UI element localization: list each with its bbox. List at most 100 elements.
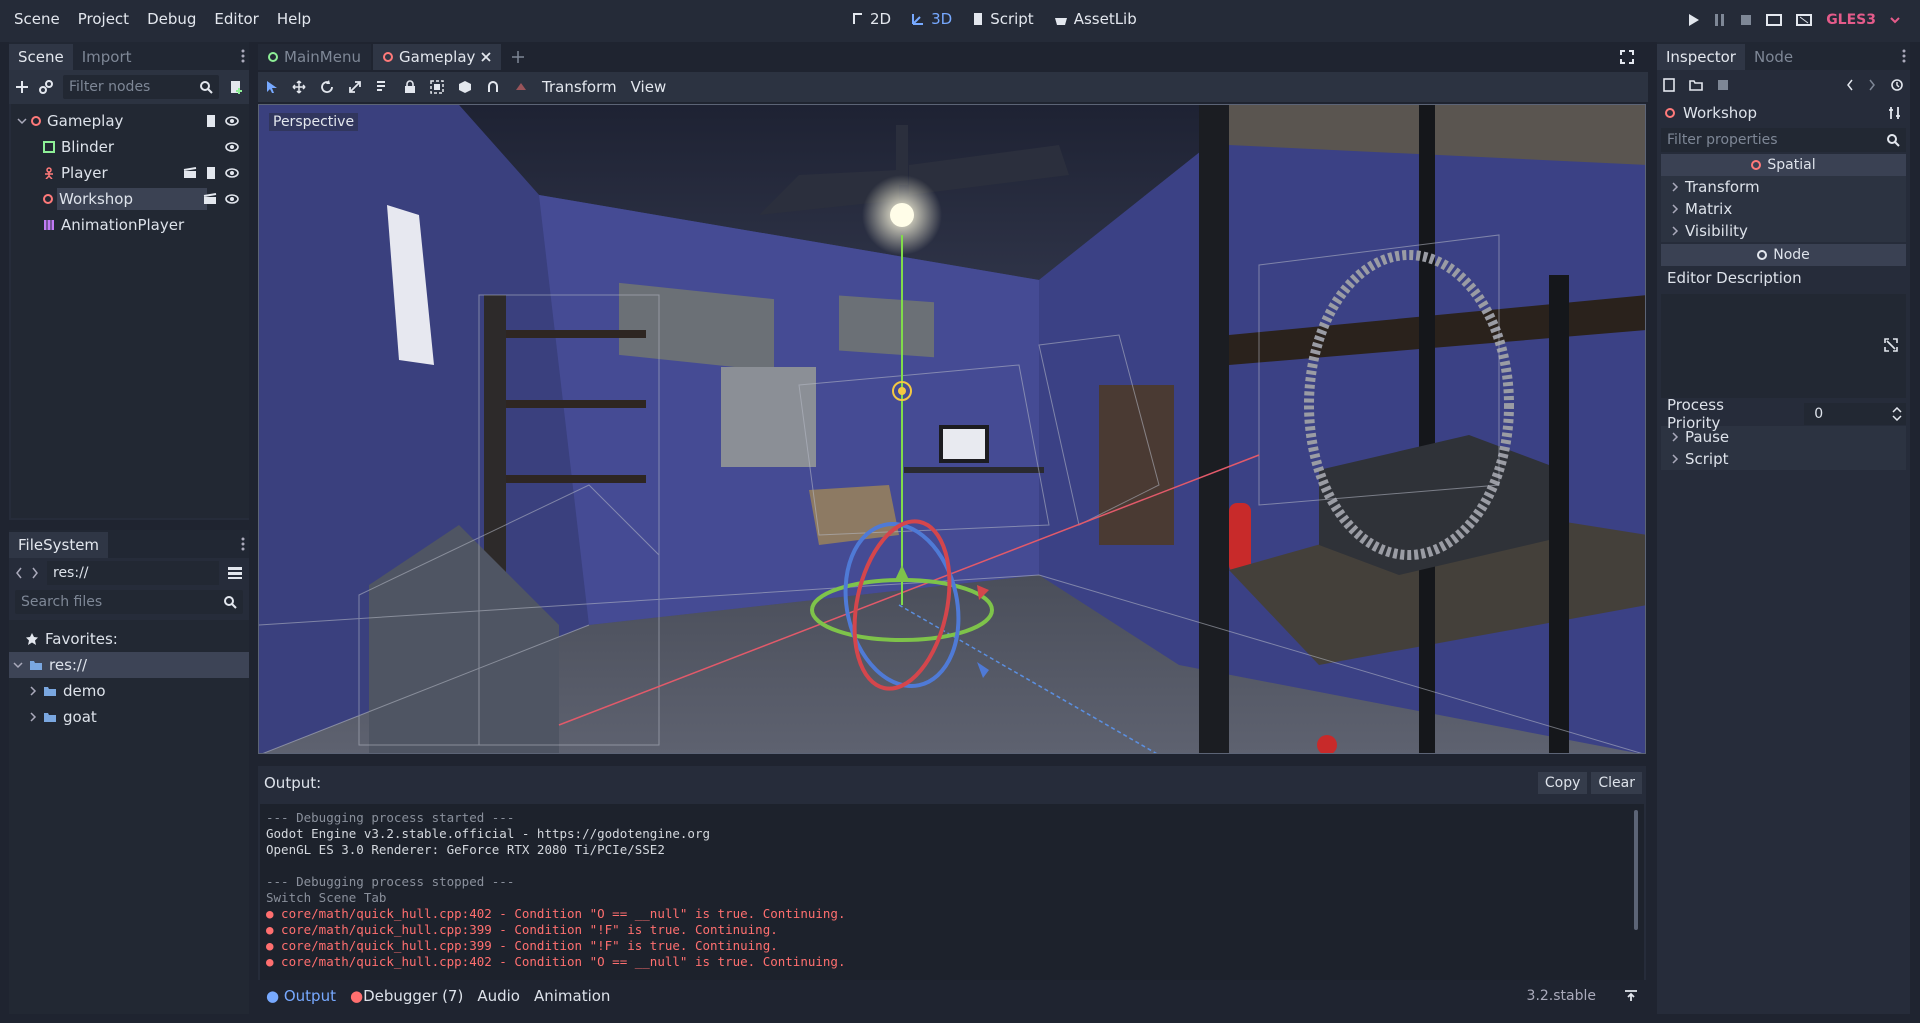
- new-resource-icon[interactable]: [1663, 78, 1675, 92]
- menu-editor[interactable]: Editor: [214, 10, 258, 28]
- section-matrix[interactable]: Matrix: [1661, 198, 1906, 220]
- screen-script-button[interactable]: Script: [972, 10, 1034, 28]
- clapperboard-icon[interactable]: [203, 193, 217, 205]
- process-priority-spinbox[interactable]: 0: [1804, 403, 1906, 425]
- close-icon[interactable]: [481, 52, 492, 62]
- tree-node-player[interactable]: Player: [11, 160, 249, 186]
- clear-button[interactable]: Clear: [1591, 772, 1642, 794]
- tree-node-workshop[interactable]: Workshop: [11, 186, 249, 212]
- filesystem-path-input[interactable]: res://: [47, 561, 219, 585]
- menu-debug[interactable]: Debug: [147, 10, 196, 28]
- snap-icon[interactable]: [486, 80, 500, 94]
- filter-nodes-input[interactable]: Filter nodes: [63, 75, 219, 99]
- tab-animation[interactable]: Animation: [534, 987, 610, 1005]
- expand-text-icon[interactable]: [1884, 338, 1898, 352]
- fs-root[interactable]: res://: [9, 652, 249, 678]
- editor-description-field[interactable]: [1661, 294, 1906, 398]
- tab-inspector[interactable]: Inspector: [1657, 44, 1745, 70]
- perspective-label: Perspective: [273, 114, 355, 130]
- collapse-arrow-icon[interactable]: [13, 660, 23, 670]
- spin-arrows-icon[interactable]: [1892, 407, 1902, 421]
- perspective-menu[interactable]: Perspective: [269, 113, 359, 131]
- fs-favorites[interactable]: Favorites:: [9, 626, 249, 652]
- menu-project[interactable]: Project: [78, 10, 129, 28]
- output-scrollbar[interactable]: [1634, 810, 1638, 930]
- split-view-icon[interactable]: [227, 566, 243, 580]
- script-icon[interactable]: [205, 166, 217, 180]
- script-add-icon[interactable]: [229, 80, 243, 94]
- local-space-icon[interactable]: [458, 80, 472, 94]
- rotate-tool-icon[interactable]: [320, 80, 334, 94]
- visibility-eye-icon[interactable]: [225, 141, 239, 153]
- distraction-free-icon[interactable]: [1620, 50, 1634, 64]
- section-transform[interactable]: Transform: [1661, 176, 1906, 198]
- history-back-icon[interactable]: [1846, 79, 1854, 91]
- tab-output[interactable]: ● Output: [266, 987, 336, 1005]
- object-settings-icon[interactable]: [1888, 106, 1902, 120]
- collapse-arrow-icon[interactable]: [17, 116, 27, 126]
- tab-debugger[interactable]: ●Debugger (7): [350, 987, 463, 1005]
- tab-filesystem[interactable]: FileSystem: [9, 532, 109, 558]
- back-arrow-icon[interactable]: [15, 567, 23, 579]
- filter-properties-input[interactable]: Filter properties: [1661, 128, 1906, 152]
- fs-folder-goat[interactable]: goat: [9, 704, 249, 730]
- visibility-eye-icon[interactable]: [225, 114, 239, 128]
- history-forward-icon[interactable]: [1868, 79, 1876, 91]
- dock-menu-icon[interactable]: [1902, 48, 1906, 64]
- dock-menu-icon[interactable]: [241, 536, 245, 552]
- tree-node-animationplayer[interactable]: AnimationPlayer: [11, 212, 249, 238]
- play-scene-icon[interactable]: [1766, 13, 1783, 27]
- visibility-eye-icon[interactable]: [225, 193, 239, 205]
- output-log[interactable]: --- Debugging process started --- Godot E…: [260, 804, 1644, 980]
- lock-icon[interactable]: [404, 80, 416, 94]
- tab-node[interactable]: Node: [1745, 44, 1802, 70]
- clapperboard-icon[interactable]: [183, 166, 197, 180]
- list-select-icon[interactable]: [376, 80, 390, 94]
- group-icon[interactable]: [430, 80, 444, 94]
- scale-tool-icon[interactable]: [348, 80, 362, 94]
- transform-menu[interactable]: Transform: [542, 78, 617, 96]
- forward-arrow-icon[interactable]: [31, 567, 39, 579]
- screen-assetlib-button[interactable]: AssetLib: [1054, 10, 1137, 28]
- section-visibility[interactable]: Visibility: [1661, 220, 1906, 242]
- search-files-input[interactable]: Search files: [15, 590, 243, 614]
- camera-override-icon[interactable]: [514, 80, 528, 94]
- open-folder-icon[interactable]: [1689, 79, 1703, 91]
- tab-gameplay[interactable]: Gameplay: [373, 44, 502, 70]
- 3d-viewport[interactable]: Perspective: [258, 104, 1646, 754]
- menu-scene[interactable]: Scene: [14, 10, 60, 28]
- visibility-eye-icon[interactable]: [225, 166, 239, 180]
- section-pause[interactable]: Pause: [1661, 426, 1906, 448]
- stop-icon[interactable]: [1740, 13, 1752, 27]
- tab-scene[interactable]: Scene: [9, 44, 73, 70]
- expand-panel-icon[interactable]: [1624, 990, 1638, 1002]
- output-line: OpenGL ES 3.0 Renderer: GeForce RTX 2080…: [266, 842, 665, 857]
- view-menu[interactable]: View: [631, 78, 667, 96]
- script-icon[interactable]: [205, 114, 217, 128]
- screen-3d-button[interactable]: 3D: [911, 10, 952, 28]
- expand-arrow-icon[interactable]: [29, 712, 37, 722]
- select-tool-icon[interactable]: [266, 80, 278, 94]
- fs-folder-demo[interactable]: demo: [9, 678, 249, 704]
- play-icon[interactable]: [1688, 13, 1700, 27]
- history-icon[interactable]: [1890, 78, 1904, 92]
- pause-icon[interactable]: [1714, 13, 1726, 27]
- add-node-icon[interactable]: [15, 80, 29, 94]
- tab-audio[interactable]: Audio: [477, 987, 520, 1005]
- save-icon[interactable]: [1717, 79, 1729, 91]
- move-tool-icon[interactable]: [292, 80, 306, 94]
- tab-mainmenu[interactable]: MainMenu: [258, 44, 371, 70]
- add-tab-icon[interactable]: [511, 50, 525, 64]
- link-icon[interactable]: [39, 80, 53, 94]
- play-custom-scene-icon[interactable]: [1796, 13, 1813, 27]
- screen-2d-button[interactable]: 2D: [852, 10, 891, 28]
- section-script[interactable]: Script: [1661, 448, 1906, 470]
- renderer-selector[interactable]: GLES3: [1826, 12, 1876, 28]
- tree-node-blinder[interactable]: Blinder: [11, 134, 249, 160]
- copy-button[interactable]: Copy: [1537, 772, 1588, 794]
- tab-import[interactable]: Import: [73, 44, 141, 70]
- dock-menu-icon[interactable]: [241, 48, 245, 64]
- menu-help[interactable]: Help: [277, 10, 311, 28]
- expand-arrow-icon[interactable]: [29, 686, 37, 696]
- tree-node-gameplay[interactable]: Gameplay: [11, 108, 249, 134]
